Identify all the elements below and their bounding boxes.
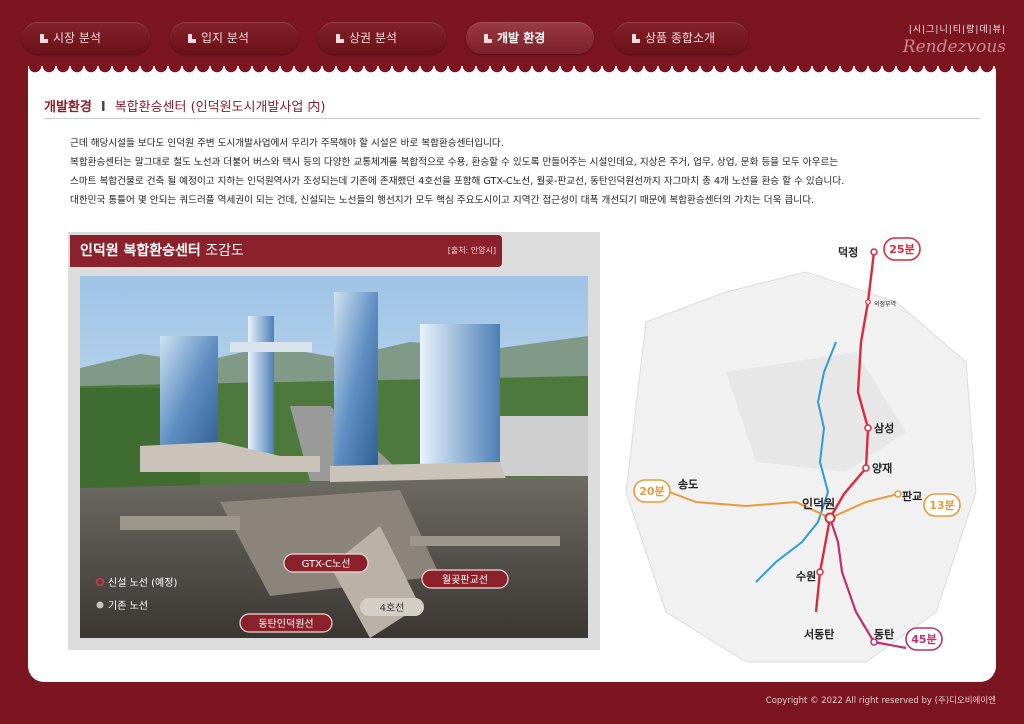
station-uijeongbu: 의정부역: [874, 300, 896, 308]
footer-copyright: Copyright © 2022 All right reserved by (…: [765, 696, 996, 706]
station-deokjeong: 덕정: [838, 245, 858, 259]
description-line: 근데 해당시설들 보다도 인덕원 주변 도시개발사업에서 우리가 주목해야 할 …: [70, 138, 504, 149]
title-separator: I: [100, 100, 106, 115]
subway-map-illustration: 덕정 의정부역 삼성 양재 판교 송도 인덕원 수원 서동탄 동탄 25분 20…: [625, 237, 977, 663]
description-line: 복합환승센터는 말그대로 철도 노선과 더불어 버스와 택시 등의 다양한 교통…: [70, 157, 839, 168]
rendering-title: 인덕원 복합환승센터 조감도: [70, 235, 502, 267]
tab-location-analysis[interactable]: 입지 분석: [170, 22, 298, 54]
tab-product-overview[interactable]: 상품 종합소개: [614, 22, 748, 54]
divider: [44, 118, 980, 119]
tab-label: 상권 분석: [349, 31, 397, 45]
brand-letters: |시|그|니|티|랑|데|뷰|: [908, 25, 1006, 35]
rendering-panel: 인덕원 복합환승센터 조감도 [출처: 안양시] 신설 노선 (예정) 기존 노…: [68, 232, 600, 650]
station-suwon: 수원: [796, 569, 816, 583]
bullet-icon: [336, 34, 344, 43]
description-line: 스마트 복합건물로 건축 될 예정이고 지하는 인덕원역사가 조성되는데 기존에…: [70, 176, 845, 187]
time-dongtan: 45분: [911, 633, 936, 646]
station-seodongtan: 서동탄: [804, 627, 834, 641]
bullet-icon: [632, 34, 640, 43]
time-songdo: 20분: [639, 485, 664, 498]
station-pangyo: 판교: [902, 489, 922, 503]
brand-script: Rendezvous: [902, 37, 1006, 57]
content-card: 개발환경 I 복합환승센터 (인덕원도시개발사업 内) 근데 해당시설들 보다도 인…: [28, 74, 996, 682]
tab-market-analysis[interactable]: 시장 분석: [22, 22, 150, 54]
label-line4: 4호선: [380, 602, 405, 614]
legend-existing-line: 기존 노선: [108, 600, 148, 612]
tab-development-environment[interactable]: 개발 환경: [466, 22, 594, 54]
station-dongtan: 동탄: [874, 627, 894, 641]
bullet-icon: [188, 34, 196, 43]
station-songdo: 송도: [678, 478, 698, 491]
tab-label: 개발 환경: [497, 31, 546, 45]
page-title: 개발환경 I 복합환승센터 (인덕원도시개발사업 内): [44, 96, 326, 115]
station-samseong: 삼성: [874, 421, 894, 435]
section-label: 개발환경: [44, 100, 92, 115]
rendering-title-thin: 조감도: [200, 243, 244, 259]
bullet-icon: [484, 34, 492, 43]
tab-label: 입지 분석: [201, 31, 249, 45]
label-dongtan-line: 동탄인덕원선: [258, 618, 313, 630]
legend-new-line: 신설 노선 (예정): [108, 577, 177, 589]
station-indeogwon: 인덕원: [802, 496, 835, 511]
rendering-source: [출처: 안양시]: [447, 246, 496, 255]
rendering-title-bold: 인덕원 복합환승센터: [80, 243, 201, 259]
tab-label: 상품 종합소개: [645, 31, 716, 45]
rendering-illustration: 신설 노선 (예정) 기존 노선 GTX-C노선 월곶판교선 4호선 동탄인덕원…: [80, 276, 588, 638]
label-wolgot: 월곶판교선: [442, 574, 488, 586]
label-gtx: GTX-C노선: [302, 558, 351, 570]
time-deokjeong: 25분: [889, 243, 914, 256]
page-subtitle: 복합환승센터 (인덕원도시개발사업 内): [114, 100, 326, 115]
time-pangyo: 13분: [929, 499, 954, 512]
bullet-icon: [40, 34, 48, 43]
top-nav: 시장 분석 입지 분석 상권 분석 개발 환경 상품 종합소개: [22, 22, 782, 56]
tab-label: 시장 분석: [53, 31, 101, 45]
rendering-image: 신설 노선 (예정) 기존 노선 GTX-C노선 월곶판교선 4호선 동탄인덕원…: [80, 276, 588, 638]
description-text: 근데 해당시설들 보다도 인덕원 주변 도시개발사업에서 우리가 주목해야 할 …: [70, 134, 970, 210]
subway-map: 덕정 의정부역 삼성 양재 판교 송도 인덕원 수원 서동탄 동탄 25분 20…: [606, 232, 992, 682]
brand-logo[interactable]: |시|그|니|티|랑|데|뷰| Rendezvous: [856, 22, 1006, 62]
description-line: 대한민국 통틀어 몇 안되는 쿼드러플 역세권이 되는 건데, 신설되는 노선들…: [70, 195, 814, 206]
station-yangjae: 양재: [872, 461, 892, 475]
tab-commercial-analysis[interactable]: 상권 분석: [318, 22, 446, 54]
